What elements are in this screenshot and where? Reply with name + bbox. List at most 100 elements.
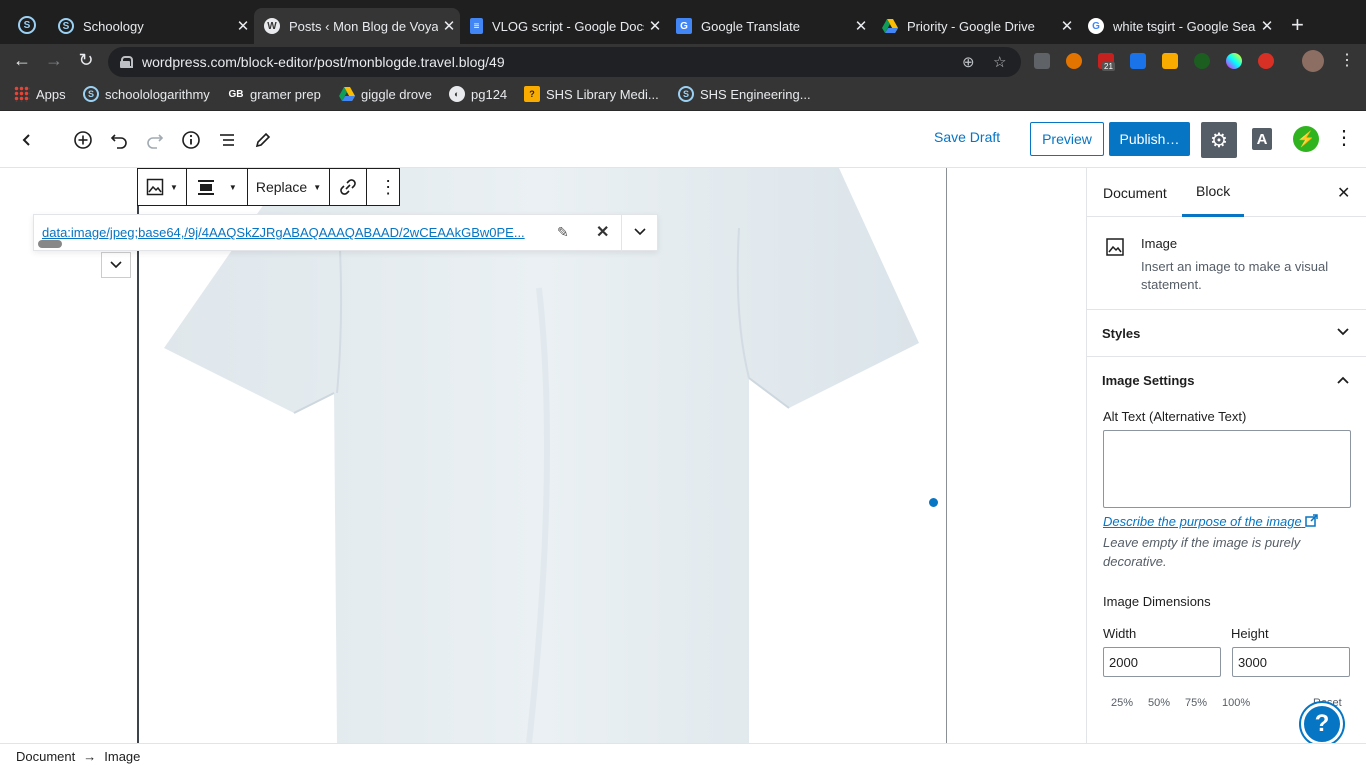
close-icon[interactable]: ✕ — [1056, 17, 1078, 35]
url-text: wordpress.com/block-editor/post/monblogd… — [142, 54, 505, 70]
block-type-switcher[interactable]: ▼ — [138, 169, 187, 205]
edit-link-icon[interactable]: ✎ — [557, 224, 569, 241]
red-extension-icon[interactable] — [1258, 53, 1274, 69]
save-draft-button[interactable]: Save Draft — [934, 129, 1000, 145]
image-url-link[interactable]: data:image/jpeg;base64,/9j/4AAQSkZJRgABA… — [42, 225, 537, 240]
bookmark-schoolologarithmy[interactable]: S schoolologarithmy — [83, 86, 210, 102]
chevron-left-icon[interactable] — [15, 128, 39, 152]
image-block[interactable] — [137, 168, 947, 743]
breadcrumb-image[interactable]: Image — [104, 749, 140, 764]
schoology-app-icon[interactable]: S — [18, 16, 36, 34]
apps-grid-icon — [14, 86, 30, 102]
scale-75-button[interactable]: 75% — [1185, 697, 1207, 709]
alt-text-field[interactable] — [1103, 430, 1351, 508]
scale-50-button[interactable]: 50% — [1148, 697, 1170, 709]
bookmark-gramer-prep[interactable]: GB gramer prep — [228, 86, 321, 102]
library-icon: ? — [524, 86, 540, 102]
chevron-down-icon[interactable] — [634, 223, 646, 239]
close-icon[interactable]: ✕ — [1256, 17, 1278, 35]
bookmark-giggle-drove[interactable]: giggle drove — [339, 86, 432, 102]
close-icon[interactable]: ✕ — [1337, 183, 1350, 203]
settings-gear-icon[interactable]: ⚙ — [1201, 122, 1237, 158]
help-question-icon[interactable]: ? — [1301, 703, 1343, 745]
block-more-options-icon[interactable]: ⋮ — [367, 169, 409, 205]
editor-canvas: ▼ ▼ Replace ▼ ⋮ data:image/jpeg;base64,/… — [0, 168, 1086, 743]
back-icon[interactable]: ← — [11, 50, 33, 71]
height-label: Height — [1231, 626, 1269, 641]
tab-block[interactable]: Block — [1182, 168, 1245, 217]
bookmark-label: schoolologarithmy — [105, 86, 210, 102]
add-icon[interactable]: ⊕ — [962, 53, 975, 71]
color-extension-icon[interactable] — [1226, 53, 1242, 69]
bookmarks-bar: Apps S schoolologarithmy GB gramer prep … — [0, 78, 1366, 111]
chrome-menu-icon[interactable]: ⋮ — [1336, 50, 1358, 70]
green-extension-icon[interactable] — [1194, 53, 1210, 69]
height-input[interactable] — [1232, 647, 1350, 677]
typography-icon[interactable]: A — [1252, 128, 1272, 150]
edit-pencil-icon[interactable] — [251, 128, 275, 152]
google-translate-icon: G — [676, 18, 692, 34]
styles-panel-toggle[interactable]: Styles — [1087, 310, 1366, 357]
address-bar[interactable]: wordpress.com/block-editor/post/monblogd… — [108, 47, 1021, 77]
alignment-dropdown[interactable]: ▼ — [187, 169, 248, 205]
resize-handle[interactable] — [927, 496, 940, 509]
new-tab-button[interactable]: + — [1291, 12, 1304, 38]
describe-purpose-link[interactable]: Describe the purpose of the image — [1103, 514, 1319, 529]
bookmark-label: pg124 — [471, 86, 508, 102]
remove-link-icon[interactable]: ✕ — [596, 222, 609, 242]
bookmark-label: giggle drove — [361, 86, 432, 102]
bookmark-star-icon[interactable]: ☆ — [993, 53, 1006, 71]
tab-google-search[interactable]: G white tsgirt - Google Search ✕ — [1078, 8, 1278, 44]
chevron-down-icon — [1337, 327, 1349, 339]
undo-icon[interactable] — [107, 128, 131, 152]
bookmark-apps[interactable]: Apps — [14, 86, 66, 102]
add-block-icon[interactable] — [71, 128, 95, 152]
link-icon — [340, 179, 356, 195]
screen: S S Schoology ✕ W Posts ‹ Mon Blog de Vo… — [0, 0, 1366, 768]
tab-wordpress-posts[interactable]: W Posts ‹ Mon Blog de Voyage ✕ — [254, 8, 460, 44]
breadcrumb-document[interactable]: Document — [16, 749, 75, 764]
more-options-icon[interactable]: ⋮ — [1334, 126, 1354, 152]
tab-vlog-script[interactable]: ≡ VLOG script - Google Docs ✕ — [460, 8, 666, 44]
link-button[interactable] — [330, 169, 368, 205]
block-card: Image Insert an image to make a visual s… — [1087, 217, 1366, 310]
tab-document[interactable]: Document — [1089, 168, 1181, 217]
width-input[interactable] — [1103, 647, 1221, 677]
close-icon[interactable]: ✕ — [438, 17, 460, 35]
publish-button[interactable]: Publish… — [1109, 122, 1190, 156]
redo-icon[interactable] — [143, 128, 167, 152]
blue-extension-icon[interactable] — [1130, 53, 1146, 69]
horizontal-scrollbar[interactable] — [38, 240, 62, 248]
image-settings-panel-toggle[interactable]: Image Settings — [1087, 357, 1366, 404]
schoology-icon: S — [83, 86, 99, 102]
replace-button[interactable]: Replace ▼ — [248, 169, 331, 205]
block-navigation-icon[interactable] — [215, 128, 239, 152]
caret-down-icon: ▼ — [313, 182, 322, 192]
preview-button[interactable]: Preview — [1030, 122, 1104, 156]
owl-extension-icon[interactable] — [1066, 53, 1082, 69]
bookmark-shs-engineering[interactable]: S SHS Engineering... — [678, 86, 811, 102]
adblock-extension-icon[interactable]: 21 — [1098, 53, 1115, 71]
close-icon[interactable]: ✕ — [644, 17, 666, 35]
close-icon[interactable]: ✕ — [850, 17, 872, 35]
reload-icon[interactable]: ↻ — [75, 50, 97, 71]
forward-icon[interactable]: → — [43, 50, 65, 71]
move-down-button[interactable] — [101, 252, 131, 278]
tab-title: Posts ‹ Mon Blog de Voyage — [289, 18, 438, 34]
info-icon[interactable] — [179, 128, 203, 152]
crx-extension-icon[interactable] — [1034, 53, 1050, 69]
close-icon[interactable]: ✕ — [232, 17, 254, 35]
scale-100-button[interactable]: 100% — [1222, 697, 1250, 709]
tab-schoology[interactable]: S Schoology ✕ — [48, 8, 254, 44]
tab-google-translate[interactable]: G Google Translate ✕ — [666, 8, 872, 44]
align-center-icon — [197, 180, 214, 195]
profile-avatar[interactable] — [1302, 50, 1324, 72]
box-extension-icon[interactable] — [1162, 53, 1178, 69]
alt-text-help: Leave empty if the image is purely decor… — [1103, 535, 1301, 569]
tab-google-drive[interactable]: Priority - Google Drive ✕ — [872, 8, 1078, 44]
jetpack-icon[interactable]: ⚡ — [1293, 126, 1319, 152]
lock-icon — [120, 56, 133, 68]
scale-25-button[interactable]: 25% — [1111, 697, 1133, 709]
bookmark-shs-library[interactable]: ? SHS Library Medi... — [524, 86, 659, 102]
bookmark-pg124[interactable]: ◐ pg124 — [449, 86, 507, 102]
